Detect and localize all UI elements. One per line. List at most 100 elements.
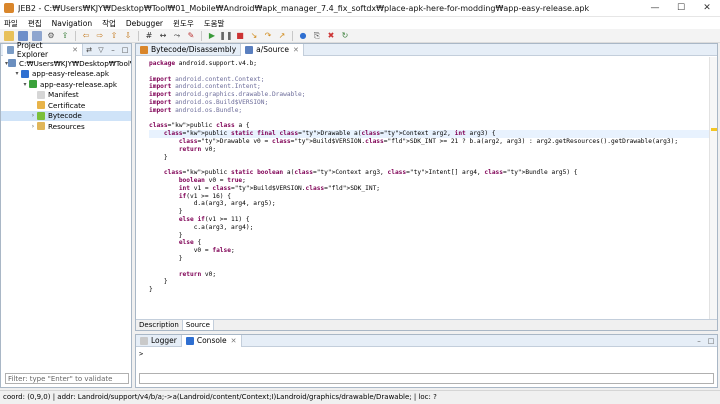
tab-console[interactable]: Console ✕ xyxy=(181,334,242,347)
expand-arrow-icon[interactable]: ▾ xyxy=(21,81,29,88)
tab-bytecode-disassembly[interactable]: Bytecode/Disassembly xyxy=(136,43,242,56)
code-line[interactable]: boolean v0 = true; xyxy=(149,177,710,185)
decompile-icon[interactable]: ✎ xyxy=(186,31,196,41)
code-line[interactable]: d.a(arg3, arg4, arg5); xyxy=(149,200,710,208)
window-controls: — ☐ ✕ xyxy=(642,0,720,17)
minimize-panel-icon[interactable]: – xyxy=(695,337,703,345)
comment-icon[interactable]: # xyxy=(144,31,154,41)
code-line[interactable] xyxy=(149,115,710,123)
pause-icon[interactable]: ❚❚ xyxy=(219,31,232,41)
maximize-icon[interactable]: ☐ xyxy=(668,0,694,17)
attach-icon[interactable]: ⎘ xyxy=(312,31,322,41)
code-line[interactable]: class="kw">public static final class="ty… xyxy=(149,130,710,138)
tab-description[interactable]: Description xyxy=(136,320,183,330)
tree-node[interactable]: ▾ C:₩Users₩KJY₩Desktop₩Tool₩ xyxy=(1,58,131,69)
source-code-view[interactable]: package android.support.v4.b; import andr… xyxy=(136,57,710,319)
maximize-panel-icon[interactable]: □ xyxy=(121,46,129,54)
expand-arrow-icon[interactable]: ▾ xyxy=(13,70,21,77)
close-icon[interactable]: ✕ xyxy=(72,46,78,54)
filter-input[interactable]: Filter: type "Enter" to validate xyxy=(5,373,129,384)
expand-arrow-icon[interactable]: › xyxy=(29,112,37,119)
save-icon[interactable] xyxy=(18,30,28,41)
close-icon[interactable]: ✕ xyxy=(694,0,720,17)
code-line[interactable]: } xyxy=(149,286,710,294)
save-all-icon[interactable] xyxy=(32,30,42,41)
code-line[interactable]: class="kw">public static boolean a(class… xyxy=(149,169,710,177)
toolbar-separator xyxy=(292,30,293,41)
tree-node[interactable]: Certificate xyxy=(1,100,131,111)
back-icon[interactable]: ⇦ xyxy=(81,31,91,41)
code-line[interactable]: return v0; xyxy=(149,271,710,279)
step-out-icon[interactable]: ↗ xyxy=(277,31,287,41)
refresh-icon[interactable]: ↻ xyxy=(340,31,350,41)
up-icon[interactable]: ⇧ xyxy=(109,31,119,41)
menu-file[interactable]: 파일 xyxy=(4,18,18,29)
code-line[interactable] xyxy=(149,68,710,76)
settings-icon[interactable]: ⚙ xyxy=(46,31,56,41)
console-prompt: > xyxy=(139,350,144,358)
menu-help[interactable]: 도움말 xyxy=(204,18,225,29)
code-line[interactable]: } xyxy=(149,255,710,263)
tree-node[interactable]: ▾ app-easy-release.apk xyxy=(1,79,131,90)
code-line[interactable] xyxy=(149,263,710,271)
menu-edit[interactable]: 편집 xyxy=(28,18,42,29)
code-line[interactable]: else if(v1 >= 11) { xyxy=(149,216,710,224)
code-line[interactable]: import android.graphics.drawable.Drawabl… xyxy=(149,91,710,99)
tree-node-label: C:₩Users₩KJY₩Desktop₩Tool₩ xyxy=(19,58,131,68)
stop-icon[interactable]: ■ xyxy=(235,31,245,41)
step-over-icon[interactable]: ↷ xyxy=(263,31,273,41)
menu-action[interactable]: 작업 xyxy=(102,18,116,29)
close-icon[interactable]: ✕ xyxy=(293,46,299,54)
minimize-panel-icon[interactable]: – xyxy=(109,46,117,54)
export-icon[interactable]: ⇪ xyxy=(60,31,70,41)
close-icon[interactable]: ✕ xyxy=(231,337,237,345)
tree-node[interactable]: Manifest xyxy=(1,90,131,101)
tree-node[interactable]: › Bytecode xyxy=(1,110,131,121)
code-line[interactable]: import android.os.Bundle; xyxy=(149,107,710,115)
logger-icon xyxy=(140,336,148,345)
tab-source[interactable]: Source xyxy=(182,320,214,330)
run-icon[interactable]: ▶ xyxy=(207,31,217,41)
tab-project-explorer[interactable]: Project Explorer ✕ xyxy=(3,41,83,59)
code-line[interactable]: if(v1 >= 16) { xyxy=(149,193,710,201)
breakpoint-icon[interactable]: ● xyxy=(298,31,308,41)
code-line[interactable] xyxy=(149,161,710,169)
expand-arrow-icon[interactable]: › xyxy=(29,123,37,130)
menu-navigation[interactable]: Navigation xyxy=(52,19,92,28)
code-line[interactable]: } xyxy=(149,154,710,162)
forward-icon[interactable]: ⇨ xyxy=(95,31,105,41)
code-line[interactable]: else { xyxy=(149,239,710,247)
console-input[interactable] xyxy=(139,373,714,384)
menu-window[interactable]: 윈도우 xyxy=(173,18,194,29)
code-line[interactable]: } xyxy=(149,232,710,240)
tab-a-source[interactable]: a/Source ✕ xyxy=(241,43,304,56)
minimize-icon[interactable]: — xyxy=(642,0,668,17)
tab-logger[interactable]: Logger xyxy=(136,334,182,347)
maximize-panel-icon[interactable]: □ xyxy=(707,337,715,345)
xref-icon[interactable]: ⤳ xyxy=(172,31,182,41)
overview-ruler-mark[interactable] xyxy=(711,128,717,131)
open-folder-icon[interactable] xyxy=(4,30,14,41)
tree-node[interactable]: › Resources xyxy=(1,121,131,132)
code-line[interactable]: int v1 = class="ty">Build$VERSION.class=… xyxy=(149,185,710,193)
code-line[interactable]: v0 = false; xyxy=(149,247,710,255)
tree-node-icon xyxy=(29,80,37,89)
code-line[interactable]: import android.os.Build$VERSION; xyxy=(149,99,710,107)
code-line[interactable]: } xyxy=(149,208,710,216)
code-line[interactable]: class="kw">public class a { xyxy=(149,122,710,130)
down-icon[interactable]: ⇩ xyxy=(123,31,133,41)
link-editor-icon[interactable]: ⇄ xyxy=(85,46,93,54)
menu-debugger[interactable]: Debugger xyxy=(126,19,163,28)
code-line[interactable]: class="ty">Drawable v0 = class="ty">Buil… xyxy=(149,138,710,146)
rename-icon[interactable]: ↔ xyxy=(158,31,168,41)
tree-node[interactable]: ▾ app-easy-release.apk xyxy=(1,69,131,80)
code-line[interactable]: package android.support.v4.b; xyxy=(149,60,710,68)
code-line[interactable]: return v0; xyxy=(149,146,710,154)
step-into-icon[interactable]: ↘ xyxy=(249,31,259,41)
code-line[interactable]: } xyxy=(149,278,710,286)
code-line[interactable]: c.a(arg3, arg4); xyxy=(149,224,710,232)
console-tab-bar: Logger Console ✕ – □ xyxy=(136,334,717,347)
detach-icon[interactable]: ✖ xyxy=(326,31,336,41)
editor-vertical-scrollbar[interactable] xyxy=(709,57,717,319)
view-menu-icon[interactable]: ▽ xyxy=(97,46,105,54)
